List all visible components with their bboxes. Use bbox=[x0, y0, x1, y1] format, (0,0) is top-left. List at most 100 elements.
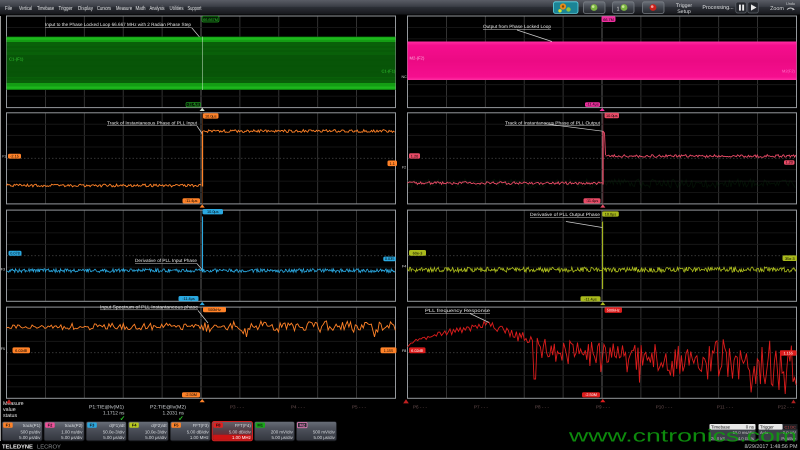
svg-text:File: File bbox=[5, 5, 12, 12]
svg-text:10.0μs: 10.0μs bbox=[606, 114, 618, 118]
svg-text:Track of Instantaneous Phase o: Track of Instantaneous Phase of PLL Inpu… bbox=[107, 120, 198, 125]
svg-text:500 ps/div: 500 ps/div bbox=[20, 429, 41, 434]
svg-text:M1: M1 bbox=[257, 423, 263, 428]
svg-text:6.02dB: 6.02dB bbox=[411, 349, 424, 353]
svg-text:PLL frequency Response: PLL frequency Response bbox=[425, 308, 491, 313]
svg-text:1.155: 1.155 bbox=[783, 352, 793, 356]
svg-text:F8: F8 bbox=[216, 423, 221, 428]
svg-text:10.0μs: 10.0μs bbox=[605, 212, 617, 216]
svg-text:Math: Math bbox=[136, 5, 146, 12]
svg-text:Support: Support bbox=[188, 5, 202, 12]
svg-text:M2-(F2): M2-(F2) bbox=[410, 56, 425, 61]
svg-text:status: status bbox=[3, 413, 17, 419]
svg-text:F8: F8 bbox=[402, 349, 406, 353]
svg-text:Output from Phase Locked Loop: Output from Phase Locked Loop bbox=[483, 24, 551, 29]
svg-text:-11.4μs: -11.4μs bbox=[187, 103, 200, 107]
svg-text:Cursors: Cursors bbox=[97, 5, 111, 12]
svg-text:LECROY: LECROY bbox=[37, 444, 61, 450]
svg-text:TELEDYNE: TELEDYNE bbox=[2, 445, 33, 450]
svg-text:F2: F2 bbox=[48, 423, 53, 428]
svg-text:www.cntronics.com: www.cntronics.com bbox=[567, 426, 797, 446]
svg-text:track(P1): track(P1) bbox=[23, 423, 41, 428]
svg-text:Input to the Phase Locked Loop: Input to the Phase Locked Loop 66.667 MH… bbox=[45, 22, 191, 27]
svg-text:-11.4μs: -11.4μs bbox=[586, 199, 599, 203]
svg-text:Setup: Setup bbox=[677, 9, 691, 15]
svg-text:0.078: 0.078 bbox=[10, 252, 20, 256]
svg-text:5.00 dB/div: 5.00 dB/div bbox=[229, 429, 252, 434]
svg-text:5.00 μs/div: 5.00 μs/div bbox=[103, 435, 125, 440]
svg-text:Derivative of PLL Output Phase: Derivative of PLL Output Phase bbox=[530, 212, 600, 217]
svg-text:1.00 MHz: 1.00 MHz bbox=[190, 435, 209, 440]
svg-text:F1: F1 bbox=[2, 154, 6, 158]
svg-text:FFT(F3): FFT(F3) bbox=[193, 423, 210, 428]
svg-text:F3: F3 bbox=[1, 268, 5, 272]
svg-text:F4: F4 bbox=[402, 265, 406, 269]
svg-text:10.0e-3/div: 10.0e-3/div bbox=[145, 429, 168, 434]
svg-text:F5: F5 bbox=[174, 423, 179, 428]
svg-text:200 mV/div: 200 mV/div bbox=[271, 429, 294, 434]
svg-text:Input Spectrum of PLL Instanta: Input Spectrum of PLL Instantaneous phas… bbox=[100, 305, 198, 310]
svg-text:Timebase: Timebase bbox=[37, 5, 54, 12]
svg-text:P5 - - -: P5 - - - bbox=[352, 405, 367, 410]
svg-text:P4 - - -: P4 - - - bbox=[291, 405, 306, 410]
svg-text:track(P2): track(P2) bbox=[65, 423, 83, 428]
svg-text:F5: F5 bbox=[1, 347, 5, 351]
svg-text:P1:TIE@lv(M1): P1:TIE@lv(M1) bbox=[89, 405, 124, 411]
svg-text:Undo: Undo bbox=[786, 2, 795, 6]
svg-text:500 mV/div: 500 mV/div bbox=[313, 429, 336, 434]
svg-text:Display: Display bbox=[78, 5, 93, 12]
svg-text:10.0μs: 10.0μs bbox=[205, 114, 217, 118]
svg-text:5.00 μs/div: 5.00 μs/div bbox=[19, 435, 41, 440]
svg-text:0.035: 0.035 bbox=[385, 257, 395, 261]
svg-text:Zoom: Zoom bbox=[770, 6, 784, 12]
svg-text:1.20: 1.20 bbox=[786, 161, 793, 165]
svg-text:-11.4μs: -11.4μs bbox=[586, 103, 599, 107]
svg-text:P6 - - -: P6 - - - bbox=[413, 405, 428, 410]
svg-text:Processing...: Processing... bbox=[702, 5, 733, 11]
svg-text:FFT(F4): FFT(F4) bbox=[235, 423, 252, 428]
svg-text:35e-3: 35e-3 bbox=[785, 257, 795, 261]
svg-text:P3 - - -: P3 - - - bbox=[230, 405, 245, 410]
svg-text:P12 - - -: P12 - - - bbox=[778, 405, 795, 410]
svg-text:P9 - - -: P9 - - - bbox=[596, 405, 611, 410]
svg-text:F1: F1 bbox=[6, 423, 11, 428]
svg-text:d(F1)/dt: d(F1)/dt bbox=[109, 423, 125, 428]
svg-text:F3: F3 bbox=[90, 423, 95, 428]
svg-text:C1-(F1): C1-(F1) bbox=[382, 69, 396, 74]
svg-text:-11.4μs: -11.4μs bbox=[182, 297, 195, 301]
svg-text:P2:TIE@lv(M2): P2:TIE@lv(M2) bbox=[150, 405, 186, 411]
svg-text:1: 1 bbox=[617, 7, 620, 13]
svg-text:Vertical: Vertical bbox=[19, 5, 32, 12]
svg-text:-2.50M: -2.50M bbox=[585, 393, 597, 397]
svg-text:5.00 μs/div: 5.00 μs/div bbox=[313, 435, 335, 440]
svg-text:1.20: 1.20 bbox=[411, 154, 418, 158]
svg-text:-2.50M: -2.50M bbox=[185, 393, 197, 397]
svg-text:P11 - - -: P11 - - - bbox=[717, 405, 734, 410]
svg-text:Trigger: Trigger bbox=[59, 5, 73, 12]
svg-text:5.00 μs/div: 5.00 μs/div bbox=[61, 435, 83, 440]
svg-text:C1-(F1): C1-(F1) bbox=[9, 57, 24, 62]
svg-text:-2.15: -2.15 bbox=[10, 154, 19, 158]
svg-text:-11.4μs: -11.4μs bbox=[185, 199, 198, 203]
svg-text:50.0e-3/div: 50.0e-3/div bbox=[103, 429, 126, 434]
svg-text:5.00 dB/div: 5.00 dB/div bbox=[187, 429, 210, 434]
svg-text:-11.4μs: -11.4μs bbox=[584, 297, 597, 301]
svg-text:66.667M: 66.667M bbox=[203, 18, 218, 22]
svg-text:10.0μs: 10.0μs bbox=[207, 210, 219, 214]
svg-text:P8 - - -: P8 - - - bbox=[535, 405, 550, 410]
svg-text:5.00 μs/div: 5.00 μs/div bbox=[271, 435, 293, 440]
svg-text:M2(F2): M2(F2) bbox=[782, 69, 796, 74]
svg-text:NC: NC bbox=[402, 75, 408, 79]
svg-text:500kHz: 500kHz bbox=[607, 309, 620, 313]
svg-text:P10 - - -: P10 - - - bbox=[656, 405, 673, 410]
svg-text:1.00 MHz: 1.00 MHz bbox=[232, 435, 251, 440]
svg-text:Utilities: Utilities bbox=[170, 5, 184, 12]
svg-text:M2: M2 bbox=[300, 423, 306, 428]
svg-text:F4: F4 bbox=[132, 423, 137, 428]
svg-text:5.00 μs/div: 5.00 μs/div bbox=[145, 435, 167, 440]
svg-text:60e-3: 60e-3 bbox=[413, 252, 423, 256]
svg-text:F2: F2 bbox=[402, 166, 406, 170]
svg-text:1.00 ns/div: 1.00 ns/div bbox=[61, 429, 83, 434]
svg-text:Analysis: Analysis bbox=[150, 5, 165, 12]
svg-text:66.7M: 66.7M bbox=[603, 18, 614, 22]
